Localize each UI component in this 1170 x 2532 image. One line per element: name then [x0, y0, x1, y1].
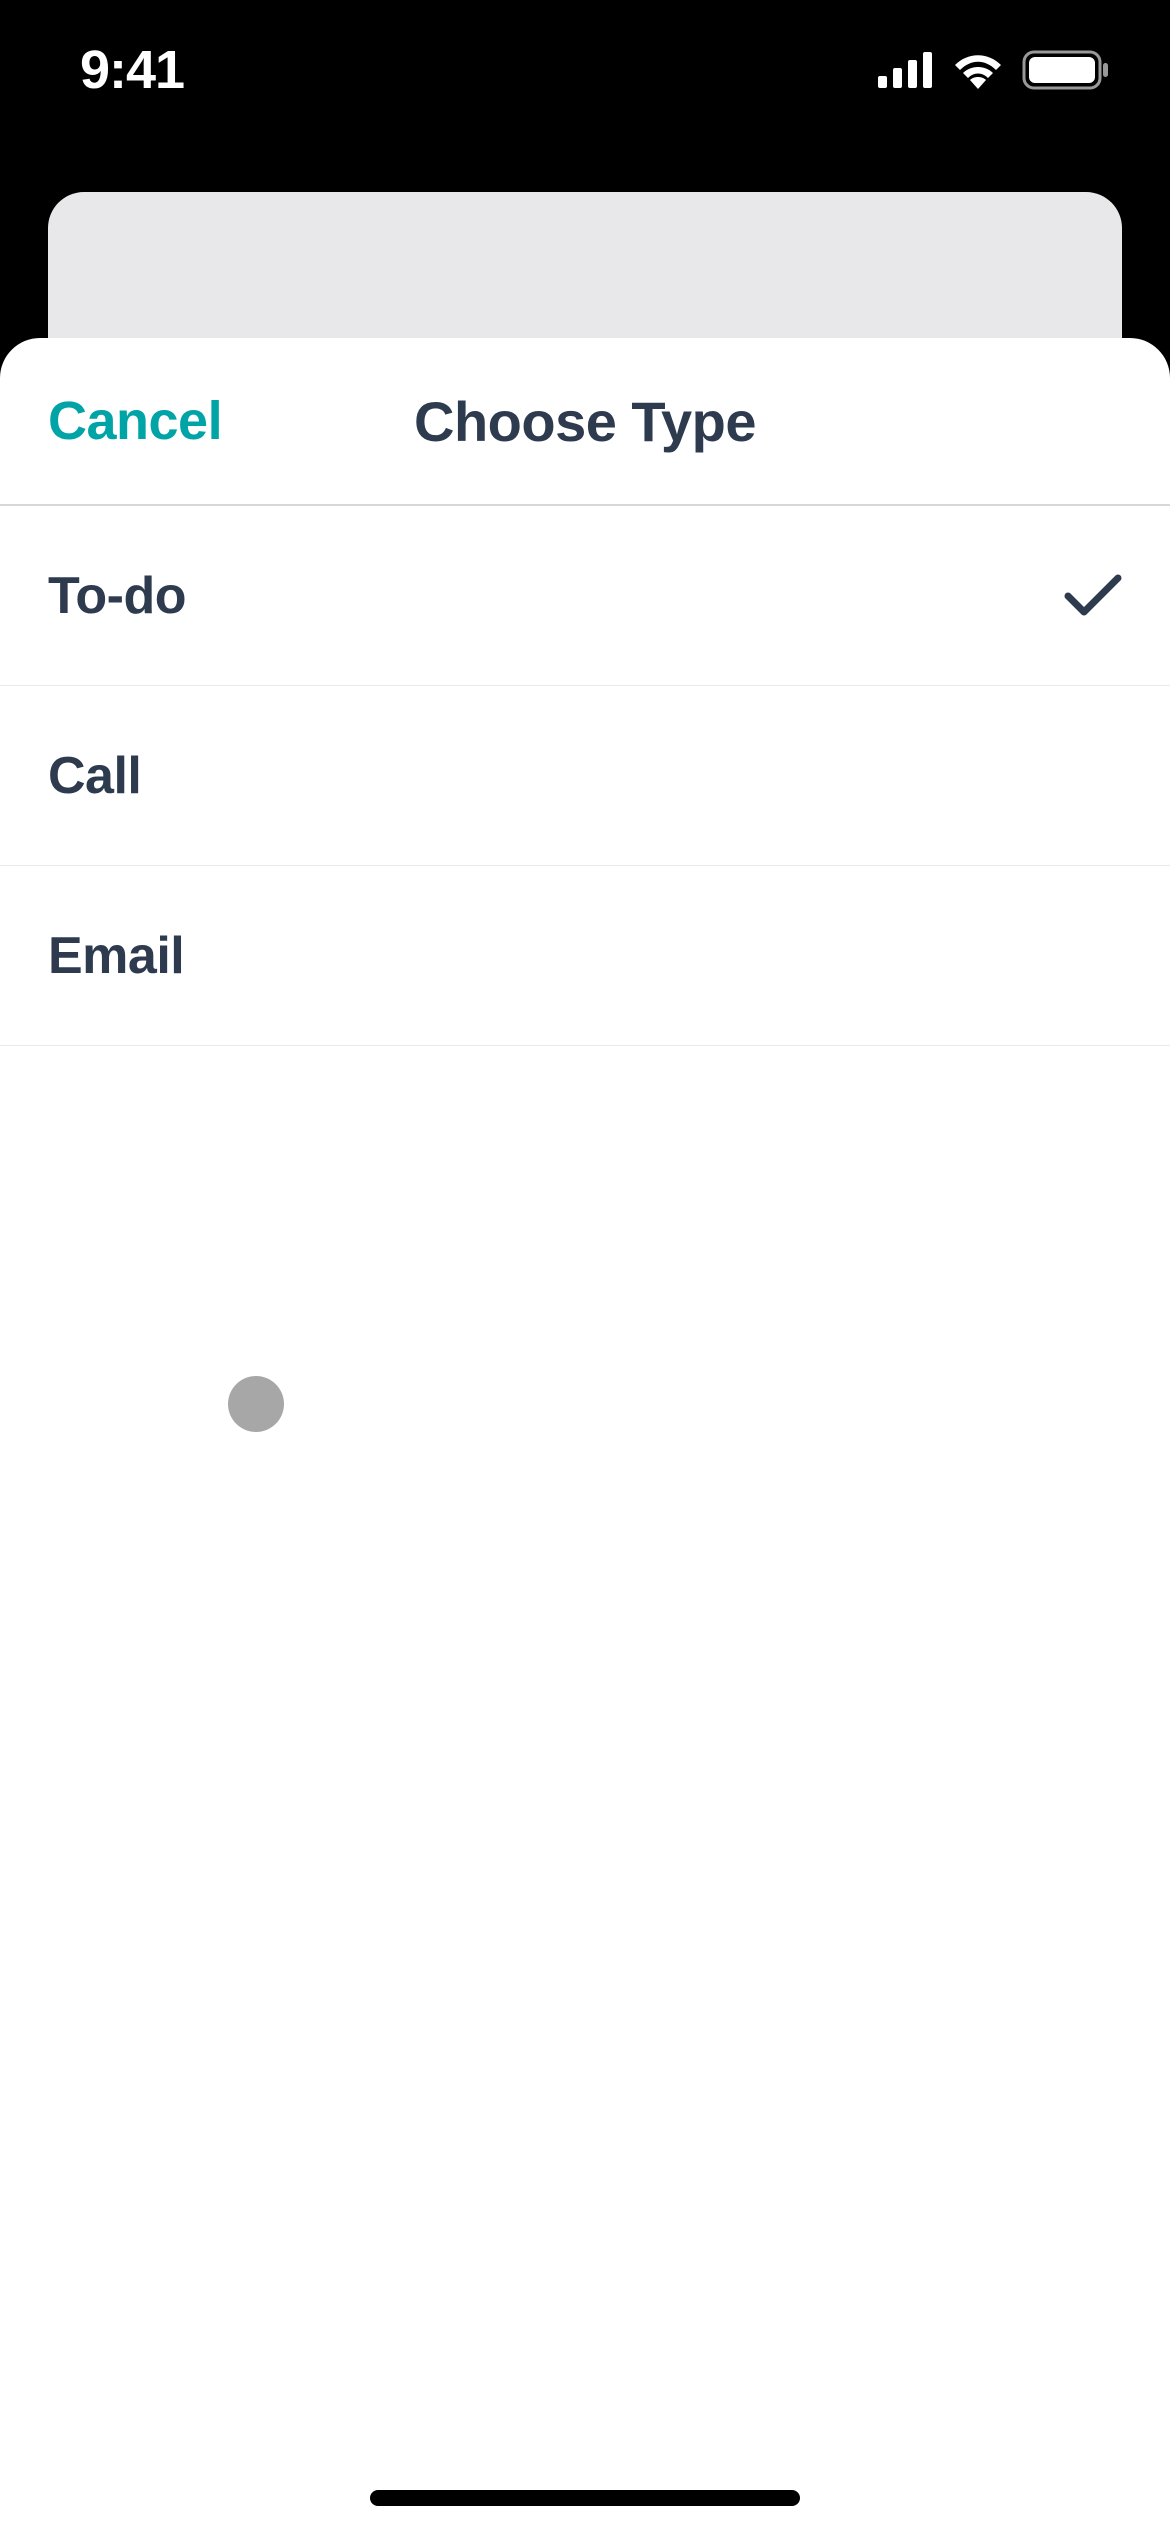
- cancel-button[interactable]: Cancel: [48, 390, 222, 452]
- type-option-todo[interactable]: To-do: [0, 506, 1170, 686]
- sheet-header: Cancel Choose Type: [0, 338, 1170, 506]
- home-indicator[interactable]: [370, 2490, 800, 2506]
- battery-icon: [1022, 50, 1110, 90]
- wifi-icon: [952, 51, 1004, 89]
- status-indicators: [878, 50, 1110, 90]
- type-list: To-do Call Email: [0, 506, 1170, 1046]
- cellular-signal-icon: [878, 52, 934, 88]
- touch-indicator: [228, 1376, 284, 1432]
- type-option-call[interactable]: Call: [0, 686, 1170, 866]
- type-label: To-do: [48, 566, 186, 626]
- choose-type-sheet: Cancel Choose Type To-do Call Email: [0, 338, 1170, 2532]
- type-label: Email: [48, 926, 184, 986]
- type-option-email[interactable]: Email: [0, 866, 1170, 1046]
- type-label: Call: [48, 746, 141, 806]
- sheet-title: Choose Type: [414, 389, 756, 454]
- status-bar: 9:41: [0, 0, 1170, 140]
- checkmark-icon: [1064, 574, 1122, 618]
- status-time: 9:41: [80, 39, 184, 101]
